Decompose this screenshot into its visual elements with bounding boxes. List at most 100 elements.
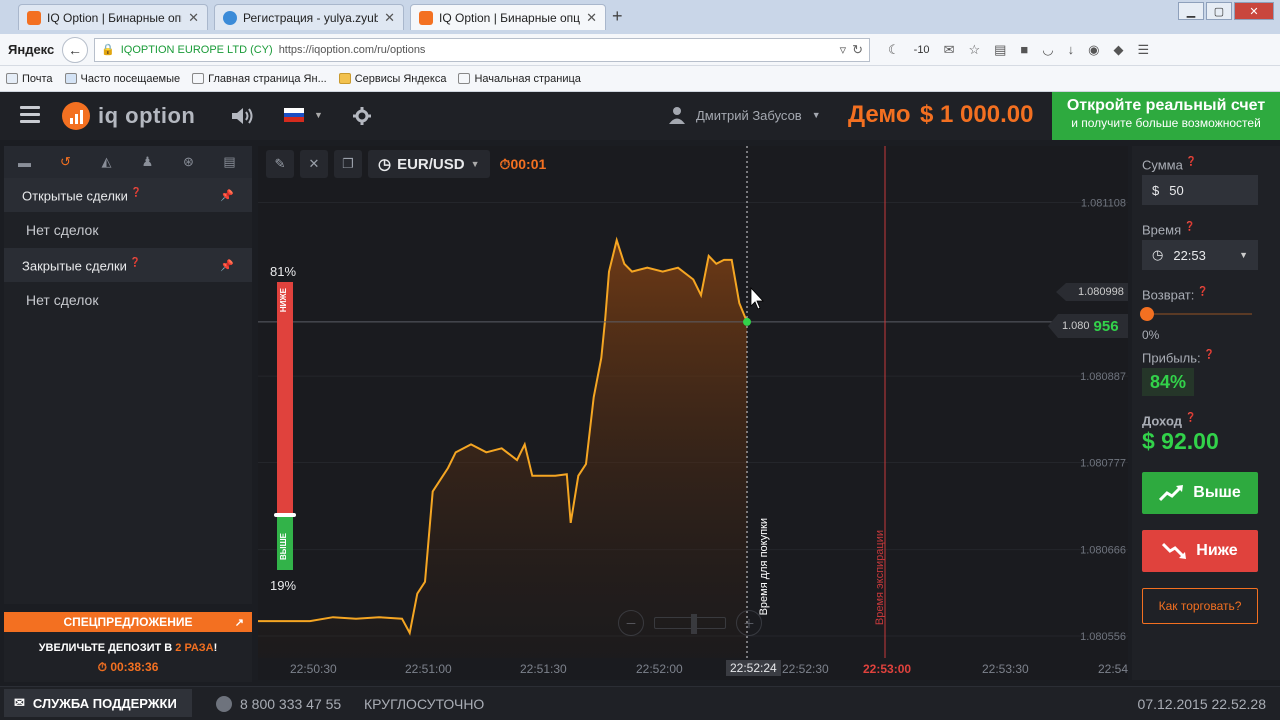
call-up-button[interactable]: Выше bbox=[1142, 472, 1258, 514]
purchase-time-label: Время для покупки bbox=[758, 518, 770, 616]
browser-tab-1[interactable]: IQ Option | Бинарные опц... ✕ bbox=[18, 4, 208, 30]
return-slider[interactable] bbox=[1146, 313, 1252, 315]
pin-icon[interactable]: 📌 bbox=[220, 259, 234, 272]
browser-tab-2[interactable]: Регистрация - yulya.zyubi... ✕ bbox=[214, 4, 404, 30]
zoom-slider[interactable] bbox=[654, 614, 726, 634]
iq-option-logo[interactable]: iq option bbox=[62, 102, 195, 130]
bookmark-mail[interactable]: Почта bbox=[6, 73, 53, 85]
reload-icon[interactable]: ↻ bbox=[852, 42, 863, 58]
return-slider-knob[interactable] bbox=[1140, 307, 1154, 321]
logo-text: iq option bbox=[98, 103, 196, 128]
account-type-label[interactable]: Демо bbox=[848, 101, 911, 129]
help-icon[interactable]: ❓ bbox=[130, 257, 141, 267]
close-tab-icon[interactable]: ✕ bbox=[384, 10, 395, 26]
hamburger-menu-icon[interactable] bbox=[20, 106, 40, 124]
mail-icon[interactable]: ✉ bbox=[944, 42, 955, 58]
expiration-time-select[interactable]: ◷ 22:53 ▼ bbox=[1142, 240, 1258, 270]
special-offer-header: СПЕЦПРЕДЛОЖЕНИЕ ↗ bbox=[4, 612, 252, 632]
stopwatch-icon: ⏱ bbox=[499, 155, 511, 172]
minimize-icon[interactable]: ▁ bbox=[1178, 2, 1204, 20]
open-deals-header[interactable]: Открытые сделки ❓ 📌 bbox=[4, 178, 252, 212]
chevron-down-icon: ▼ bbox=[811, 110, 821, 120]
reading-list-icon[interactable]: ▤ bbox=[994, 42, 1006, 58]
close-tab-icon[interactable]: ✕ bbox=[188, 10, 199, 26]
chart-canvas[interactable]: 1.081108 1.080887 1.080777 1.080666 1.080556 bbox=[258, 146, 1128, 680]
new-tab-button[interactable]: + bbox=[612, 6, 623, 27]
help-icon[interactable]: ❓ bbox=[1185, 412, 1196, 422]
account-balance[interactable]: $ 1 000.00 bbox=[920, 101, 1033, 129]
settings-gear-icon[interactable] bbox=[352, 106, 372, 126]
support-phone[interactable]: 8 800 333 47 55 bbox=[216, 696, 341, 712]
price-tick-label: 1.081108 bbox=[1081, 198, 1126, 210]
tab-news[interactable]: ▤ bbox=[209, 146, 250, 178]
countdown-value: 00:01 bbox=[510, 155, 547, 172]
time-tick: 22:52:30 bbox=[782, 662, 829, 676]
pin-icon[interactable]: 📌 bbox=[220, 189, 234, 202]
bookmark-frequent[interactable]: Часто посещаемые bbox=[64, 72, 181, 85]
tab-signals[interactable]: ⊛ bbox=[168, 146, 209, 178]
browser-tab-3[interactable]: IQ Option | Бинарные опц... ✕ bbox=[410, 4, 606, 30]
download-icon[interactable]: ↓ bbox=[1068, 42, 1075, 57]
browser-tab-bar: IQ Option | Бинарные опц... ✕ Регистраци… bbox=[0, 0, 1280, 34]
price-chart[interactable]: 1.081108 1.080887 1.080777 1.080666 1.080556… bbox=[258, 146, 1128, 680]
clear-drawings-icon[interactable]: ✕ bbox=[300, 150, 328, 178]
url-text[interactable]: https://iqoption.com/ru/options bbox=[279, 44, 834, 56]
help-icon[interactable]: ❓ bbox=[1184, 221, 1195, 231]
sound-icon[interactable] bbox=[230, 105, 256, 127]
chat-icon[interactable]: ◉ bbox=[1088, 42, 1099, 58]
tab-history[interactable]: ↺ bbox=[45, 146, 86, 178]
offer-highlight: 2 РАЗА bbox=[175, 642, 214, 654]
dropdown-arrow-icon[interactable]: ▿ bbox=[840, 42, 847, 58]
profit-label-text: Прибыль: bbox=[1142, 350, 1201, 366]
bookmark-star-icon[interactable]: ☆ bbox=[968, 42, 980, 58]
menu-icon[interactable]: ☰ bbox=[1137, 42, 1149, 58]
tab-layout[interactable]: ▬ bbox=[4, 146, 45, 178]
draw-pencil-icon[interactable]: ✎ bbox=[266, 150, 294, 178]
back-button[interactable]: ← bbox=[62, 36, 88, 63]
weather-icon[interactable]: ☾ bbox=[888, 42, 900, 58]
closed-deals-header[interactable]: Закрытые сделки ❓ 📌 bbox=[4, 248, 252, 282]
bookmark-label: Начальная страница bbox=[474, 72, 581, 85]
help-icon[interactable]: ❓ bbox=[1197, 286, 1208, 296]
special-offer-panel[interactable]: СПЕЦПРЕДЛОЖЕНИЕ ↗ УВЕЛИЧЬТЕ ДЕПОЗИТ В 2 … bbox=[4, 612, 252, 682]
asset-selector[interactable]: ◷ EUR/USD ▼ bbox=[368, 150, 490, 178]
amount-input[interactable]: $ 50 bbox=[1142, 175, 1258, 205]
window-controls: ▁ ▢ ✕ bbox=[1178, 2, 1274, 20]
registration-favicon-icon bbox=[223, 10, 237, 25]
maximize-icon[interactable]: ▢ bbox=[1206, 2, 1232, 20]
external-link-icon[interactable]: ↗ bbox=[235, 616, 244, 629]
close-window-icon[interactable]: ✕ bbox=[1234, 2, 1274, 20]
bookmark-start-page[interactable]: Начальная страница bbox=[458, 72, 581, 85]
help-icon[interactable]: ❓ bbox=[1204, 349, 1215, 359]
bookmark-yandex-home[interactable]: Главная страница Ян... bbox=[192, 73, 327, 85]
open-account-title: Откройте реальный счет bbox=[1066, 97, 1266, 114]
pocket-icon[interactable]: ◡ bbox=[1042, 42, 1053, 58]
duplicate-chart-icon[interactable]: ❐ bbox=[334, 150, 362, 178]
zoom-in-icon[interactable]: ＋ bbox=[736, 610, 762, 636]
addon-icon[interactable]: ◆ bbox=[1113, 42, 1123, 58]
amount-value[interactable]: 50 bbox=[1169, 183, 1183, 198]
help-icon[interactable]: ❓ bbox=[131, 187, 142, 197]
close-tab-icon[interactable]: ✕ bbox=[586, 10, 597, 26]
open-real-account-button[interactable]: Откройте реальный счет и получите больше… bbox=[1052, 92, 1280, 140]
tab-chart[interactable]: ◭ bbox=[86, 146, 127, 178]
sentiment-down-percent: 81% bbox=[270, 264, 297, 279]
user-icon bbox=[669, 107, 685, 124]
url-field[interactable]: 🔒 IQOPTION EUROPE LTD (CY) https://iqopt… bbox=[94, 37, 870, 62]
yandex-logo[interactable]: Яндекс bbox=[8, 42, 58, 57]
offer-timer-value: 00:38:36 bbox=[110, 660, 159, 674]
bookmark-yandex-services[interactable]: Сервисы Яндекса bbox=[338, 73, 446, 85]
zoom-slider-handle[interactable] bbox=[691, 614, 697, 634]
put-down-button[interactable]: Ниже bbox=[1142, 530, 1258, 572]
chevron-down-icon[interactable]: ▼ bbox=[314, 110, 323, 120]
language-flag-icon[interactable] bbox=[284, 108, 304, 123]
bookmark-label: Часто посещаемые bbox=[80, 72, 181, 85]
support-button[interactable]: ✉ СЛУЖБА ПОДДЕРЖКИ bbox=[4, 689, 192, 717]
zoom-out-icon[interactable]: － bbox=[618, 610, 644, 636]
extension-icon[interactable]: ■ bbox=[1020, 42, 1028, 57]
clock-icon: ◷ bbox=[378, 156, 392, 173]
tab-traders[interactable]: ♟ bbox=[127, 146, 168, 178]
how-to-trade-button[interactable]: Как торговать? bbox=[1142, 588, 1258, 624]
help-icon[interactable]: ❓ bbox=[1186, 156, 1197, 166]
user-menu[interactable]: Дмитрий Забусов ▼ bbox=[668, 106, 821, 124]
